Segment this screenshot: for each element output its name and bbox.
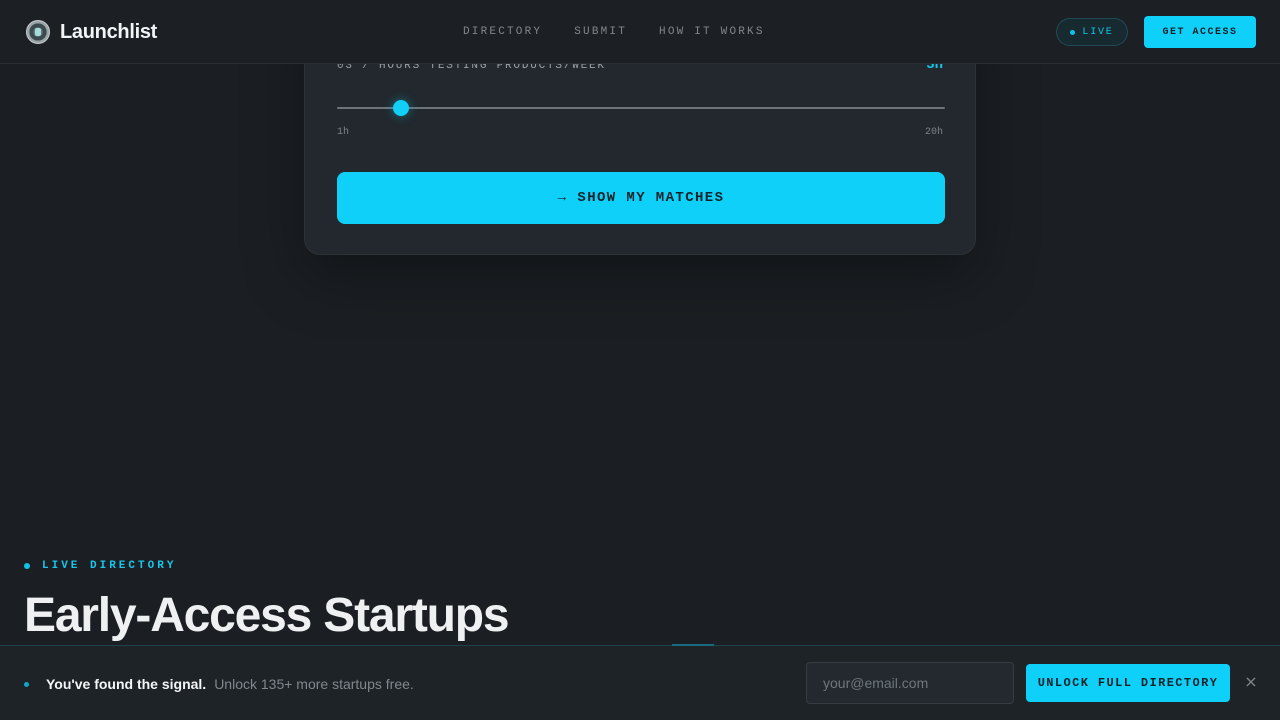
email-input[interactable] — [806, 662, 1014, 704]
get-access-button[interactable]: GET ACCESS — [1144, 16, 1256, 48]
signup-message: You've found the signal. Unlock 135+ mor… — [46, 676, 414, 692]
nav-link-submit[interactable]: SUBMIT — [574, 26, 627, 38]
live-status-badge: LIVE — [1056, 18, 1128, 46]
nav-link-how-it-works[interactable]: HOW IT WORKS — [659, 26, 765, 38]
main-nav: DIRECTORY SUBMIT HOW IT WORKS — [463, 26, 765, 38]
slider-min-label: 1h — [337, 127, 350, 138]
signal-dot-icon — [24, 682, 29, 687]
slider-max-label: 20h — [924, 127, 943, 138]
signup-banner: You've found the signal. Unlock 135+ mor… — [0, 644, 1280, 720]
directory-eyebrow-label: LIVE DIRECTORY — [42, 560, 177, 572]
arrow-right-icon: → — [557, 190, 568, 206]
signup-headline: You've found the signal. — [46, 676, 207, 692]
live-directory-dot-icon — [24, 563, 30, 569]
live-dot-icon — [1070, 29, 1076, 35]
unlock-directory-button[interactable]: UNLOCK FULL DIRECTORY — [1026, 664, 1230, 702]
hours-slider-track[interactable] — [337, 100, 945, 116]
logo-text: Launchlist — [60, 20, 158, 43]
logo-badge-icon — [26, 20, 50, 44]
directory-eyebrow: LIVE DIRECTORY — [24, 560, 176, 572]
nav-link-directory[interactable]: DIRECTORY — [463, 26, 542, 38]
show-matches-label: SHOW MY MATCHES — [577, 190, 725, 206]
top-navbar: Launchlist DIRECTORY SUBMIT HOW IT WORKS… — [0, 0, 1280, 64]
close-icon[interactable]: × — [1242, 672, 1260, 692]
show-matches-button[interactable]: → SHOW MY MATCHES — [337, 172, 945, 224]
logo[interactable]: Launchlist — [26, 20, 157, 44]
hours-slider-thumb[interactable] — [393, 100, 409, 116]
live-label: LIVE — [1082, 26, 1114, 38]
signup-subtext: Unlock 135+ more startups free. — [214, 676, 414, 692]
directory-title: Early-Access Startups — [24, 589, 510, 642]
